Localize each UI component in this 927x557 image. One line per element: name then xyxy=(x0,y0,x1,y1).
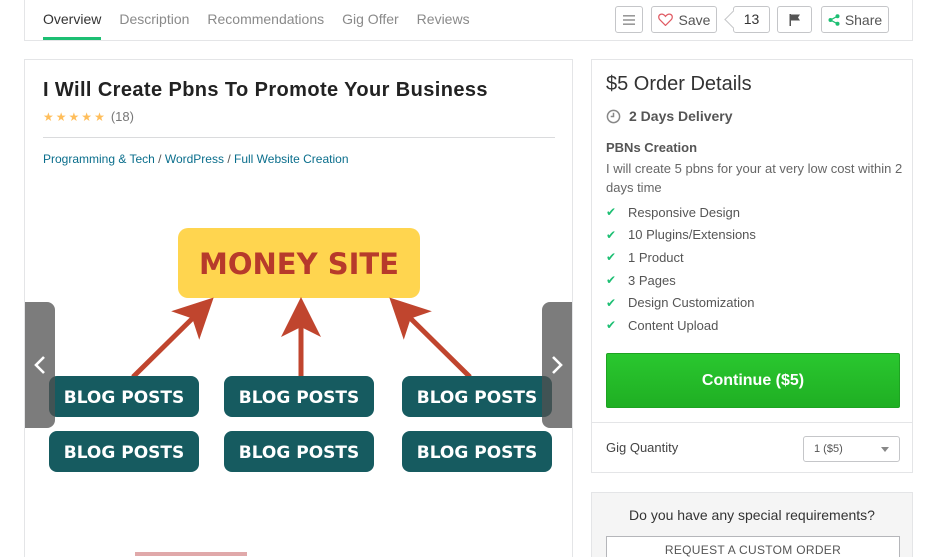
feature-item: ✔ 10 Plugins/Extensions xyxy=(606,224,756,247)
arrow-right xyxy=(389,297,472,379)
money-site-label: MONEY SITE xyxy=(199,247,399,281)
heart-icon xyxy=(657,13,673,26)
checkmark-icon: ✔ xyxy=(606,227,617,242)
chevron-left-icon xyxy=(34,356,45,374)
feature-item: ✔ 1 Product xyxy=(606,246,756,269)
gig-title: I Will Create Pbns To Promote Your Busin… xyxy=(43,79,488,101)
package-name: PBNs Creation xyxy=(606,140,698,155)
gallery-thumbnail[interactable] xyxy=(135,552,247,556)
chevron-right-icon xyxy=(552,356,563,374)
gig-quantity-select[interactable]: 1 ($5) xyxy=(803,436,900,462)
clock-icon xyxy=(606,109,621,123)
share-button[interactable]: Share xyxy=(821,6,889,33)
feature-label: 10 Plugins/Extensions xyxy=(628,227,756,243)
checkmark-icon: ✔ xyxy=(606,318,617,333)
blog-post-label: BLOG POSTS xyxy=(417,388,538,408)
save-label: Save xyxy=(678,11,711,28)
gig-gallery-image: MONEY SITE BLOG POSTS BLOG POSTS BLOG PO… xyxy=(49,228,552,472)
star-icon: ★ xyxy=(68,109,80,124)
rating-count: (18) xyxy=(110,109,134,124)
report-flag-button[interactable] xyxy=(777,6,812,33)
tab-recommendations[interactable]: Recommendations xyxy=(207,0,324,40)
feature-label: 3 Pages xyxy=(628,272,676,288)
gallery-next-button[interactable] xyxy=(542,302,572,428)
blog-post-label: BLOG POSTS xyxy=(417,443,538,463)
order-title: $5 Order Details xyxy=(606,73,752,95)
gig-quantity-label: Gig Quantity xyxy=(606,440,679,455)
breadcrumb-separator: / xyxy=(154,152,165,166)
tab-reviews[interactable]: Reviews xyxy=(417,0,470,40)
share-icon xyxy=(828,13,840,26)
checkmark-icon: ✔ xyxy=(606,250,617,265)
feature-item: ✔ 3 Pages xyxy=(606,269,756,292)
continue-button[interactable]: Continue ($5) xyxy=(606,353,900,408)
delivery-label: 2 Days Delivery xyxy=(629,108,733,124)
breadcrumb-wordpress[interactable]: WordPress xyxy=(165,152,224,166)
checkmark-icon: ✔ xyxy=(606,273,617,288)
blog-post-label: BLOG POSTS xyxy=(64,388,185,408)
save-button[interactable]: Save xyxy=(651,6,717,33)
package-description: I will create 5 pbns for your at very lo… xyxy=(606,161,903,195)
breadcrumb-separator: / xyxy=(223,152,234,166)
gallery-prev-button[interactable] xyxy=(25,302,55,428)
gig-tabs: Overview Description Recommendations Gig… xyxy=(43,0,488,40)
feature-item: ✔ Content Upload xyxy=(606,314,756,337)
blog-post-label: BLOG POSTS xyxy=(239,443,360,463)
title-divider xyxy=(43,137,555,138)
custom-requirements-card: Do you have any special requirements? RE… xyxy=(591,492,913,557)
tab-gig-offer[interactable]: Gig Offer xyxy=(342,0,399,40)
star-icon: ★ xyxy=(94,109,105,124)
delivery-time: 2 Days Delivery xyxy=(606,108,733,124)
breadcrumb-programming-tech[interactable]: Programming & Tech xyxy=(43,152,155,166)
feature-label: 1 Product xyxy=(628,249,684,265)
tab-description[interactable]: Description xyxy=(119,0,189,40)
menu-button[interactable] xyxy=(615,6,643,33)
request-custom-order-button[interactable]: REQUEST A CUSTOM ORDER xyxy=(606,536,900,557)
arrow-left xyxy=(131,297,214,379)
breadcrumb: Programming & Tech / WordPress / Full We… xyxy=(43,152,349,166)
gig-overview-card: I Will Create Pbns To Promote Your Busin… xyxy=(24,59,573,557)
feature-label: Responsive Design xyxy=(628,204,741,220)
tab-overview[interactable]: Overview xyxy=(43,0,102,40)
requirements-question: Do you have any special requirements? xyxy=(629,507,875,523)
hamburger-menu-icon xyxy=(623,14,635,25)
order-details-card: $5 Order Details 2 Days Delivery PBNs Cr… xyxy=(591,59,913,473)
feature-item: ✔ Responsive Design xyxy=(606,201,756,224)
save-count-badge: 13 xyxy=(733,6,770,33)
breadcrumb-full-website-creation[interactable]: Full Website Creation xyxy=(234,152,349,166)
gig-nav-bar: Overview Description Recommendations Gig… xyxy=(24,0,913,41)
feature-label: Design Customization xyxy=(628,295,755,311)
flag-icon xyxy=(789,13,800,26)
checkmark-icon: ✔ xyxy=(606,205,617,220)
checkmark-icon: ✔ xyxy=(606,295,617,310)
star-icon: ★ xyxy=(43,109,54,124)
share-label: Share xyxy=(844,11,883,28)
gig-rating: ★ ★ ★ ★ ★ (18) xyxy=(43,109,134,124)
gig-quantity-row: Gig Quantity 1 ($5) xyxy=(592,422,912,474)
feature-label: Content Upload xyxy=(628,317,719,333)
feature-list: ✔ Responsive Design ✔ 10 Plugins/Extension… xyxy=(606,201,756,337)
star-icon: ★ xyxy=(81,109,93,124)
blog-post-label: BLOG POSTS xyxy=(64,443,185,463)
blog-post-label: BLOG POSTS xyxy=(239,388,360,408)
star-icon: ★ xyxy=(55,109,67,124)
feature-item: ✔ Design Customization xyxy=(606,291,756,314)
